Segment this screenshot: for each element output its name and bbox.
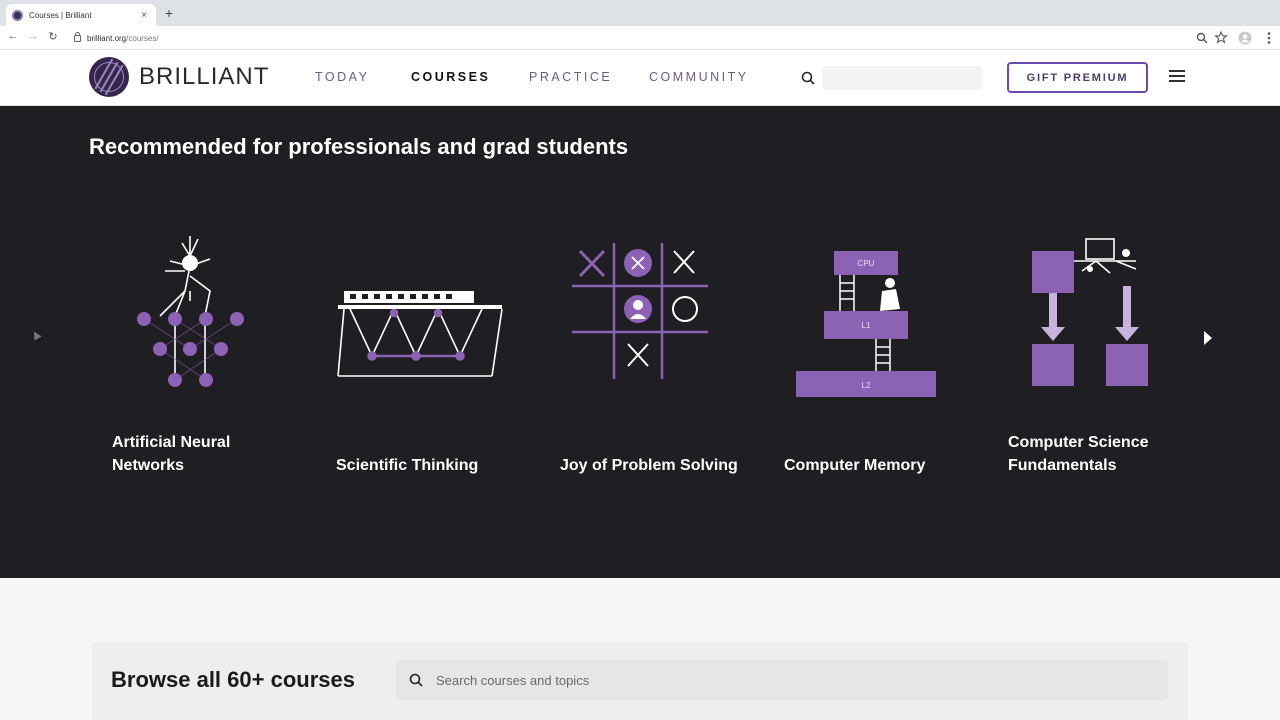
course-search-input[interactable]: Search courses and topics [396,660,1168,700]
course-card-computer-science-fundamentals[interactable]: Computer Science Fundamentals [986,231,1186,474]
recommended-section: Recommended for professionals and grad s… [0,106,1280,578]
brilliant-logo[interactable]: BRILLIANT [89,57,269,97]
reload-icon[interactable]: ↻ [46,30,60,43]
lock-icon [74,31,81,42]
course-title: Joy of Problem Solving [560,457,738,474]
tag-cpu: CPU [858,259,875,268]
tab-close-icon[interactable]: × [138,10,150,21]
tag-l1: L1 [862,321,871,330]
brilliant-logo-icon [89,57,129,97]
site-header: BRILLIANT TODAY COURSES PRACTICE COMMUNI… [0,50,1280,106]
url-host: brilliant.org [87,33,127,43]
course-card-artificial-neural-networks[interactable]: Artificial Neural Networks [90,231,290,474]
course-card-computer-memory[interactable]: CPU L1 L2 Computer Memory [762,231,962,474]
kebab-menu-icon[interactable] [1262,31,1276,45]
profile-icon[interactable] [1238,31,1252,45]
gift-premium-button[interactable]: GIFT PREMIUM [1007,62,1148,93]
course-title: Scientific Thinking [336,457,479,474]
search-icon [409,673,423,687]
nav-practice[interactable]: PRACTICE [529,70,612,84]
url-path: /courses/ [126,33,159,43]
address-bar[interactable]: brilliant.org/courses/ [68,30,1238,46]
neural-network-illustration [137,236,244,387]
course-card-joy-of-problem-solving[interactable]: Joy of Problem Solving [538,231,738,474]
search-icon[interactable] [800,70,816,86]
browser-toolbar: ← → ↻ brilliant.org/courses/ [0,26,1280,50]
nav-community[interactable]: COMMUNITY [649,70,749,84]
tab-title: Courses | Brilliant [29,10,92,20]
nav-today[interactable]: TODAY [315,70,369,84]
hamburger-menu-icon[interactable] [1169,70,1185,84]
course-title: Artificial Neural Networks [112,434,231,474]
new-tab-button[interactable]: + [162,5,176,21]
course-title: Computer Memory [784,457,926,474]
browser-tab-bar: Courses | Brilliant × + [0,0,1280,26]
browser-tab[interactable]: Courses | Brilliant × [6,4,156,26]
search-placeholder: Search courses and topics [436,672,590,688]
brilliant-favicon-icon [12,9,23,21]
flowchart-illustration [1032,238,1148,386]
course-card-scientific-thinking[interactable]: Scientific Thinking [314,231,514,474]
url-text: brilliant.org/courses/ [87,34,159,43]
zoom-icon[interactable] [1195,32,1209,44]
star-icon[interactable] [1214,31,1228,44]
forward-icon[interactable]: → [26,30,40,42]
course-title: Computer Science Fundamentals [1008,434,1149,474]
carousel-next-arrow-icon[interactable] [1204,331,1212,345]
browse-title: Browse all 60+ courses [111,667,355,692]
tic-tac-toe-illustration [572,243,708,379]
browse-courses-section: Browse all 60+ courses Search courses an… [92,643,1188,720]
bridge-illustration [337,291,503,377]
back-icon[interactable]: ← [6,30,20,42]
section-title: Recommended for professionals and grad s… [89,134,629,159]
nav-courses[interactable]: COURSES [411,70,490,84]
logo-text: BRILLIANT [139,63,270,90]
header-search-input[interactable] [822,66,982,90]
tag-l2: L2 [862,381,871,390]
memory-hierarchy-illustration: CPU L1 L2 [796,251,936,397]
mouse-cursor [30,329,42,341]
